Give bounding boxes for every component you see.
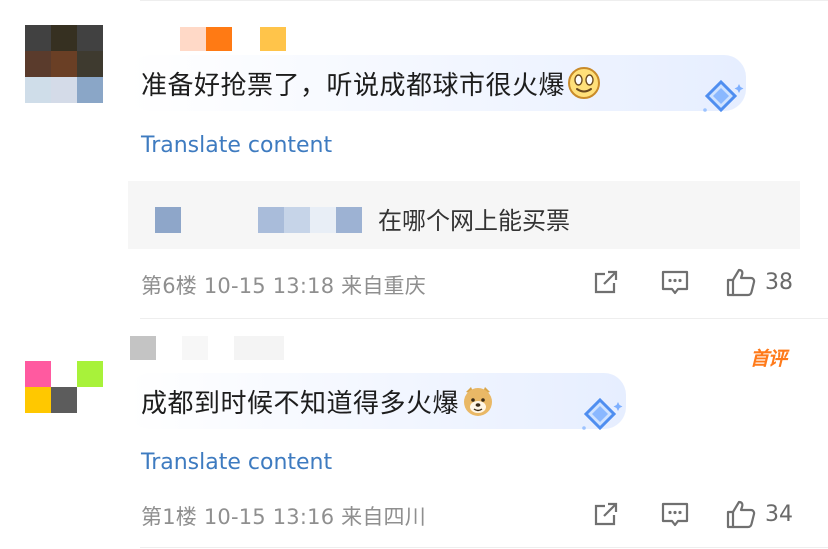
comment-meta: 第6楼 10-15 13:18 来自重庆	[141, 274, 426, 298]
like-count: 34	[765, 501, 793, 527]
username-pixelated[interactable]	[130, 336, 284, 360]
comment-button[interactable]	[660, 500, 690, 530]
comment-divider	[140, 318, 828, 319]
share-button[interactable]	[592, 500, 620, 528]
comment-icon	[661, 502, 689, 527]
comment-text: 准备好抢票了，听说成都球市很火爆	[141, 70, 566, 101]
reply-target-username-pixelated[interactable]	[258, 207, 362, 233]
reply-preview[interactable]: 在哪个网上能买票	[128, 181, 800, 249]
gem-badge-icon	[697, 78, 745, 122]
share-icon	[594, 270, 618, 294]
comment-text: 成都到时候不知道得多火爆	[141, 388, 460, 419]
comment-button[interactable]	[660, 268, 690, 298]
top-divider	[140, 0, 828, 1]
first-comment-badge: 首评	[750, 348, 787, 370]
gem-badge-icon	[576, 396, 624, 440]
smiling-face-emoji	[567, 66, 601, 100]
avatar[interactable]	[25, 25, 103, 103]
translate-link[interactable]: Translate content	[141, 133, 332, 158]
like-icon	[726, 500, 756, 529]
comment-meta: 第1楼 10-15 13:16 来自四川	[141, 505, 426, 529]
doge-emoji	[461, 384, 495, 418]
reply-username-pixelated[interactable]	[155, 207, 181, 233]
like-icon	[726, 268, 756, 297]
like-button[interactable]: 38	[725, 266, 793, 298]
comment-bubble: 准备好抢票了，听说成都球市很火爆	[128, 55, 746, 111]
like-button[interactable]: 34	[725, 498, 793, 530]
share-icon	[594, 502, 618, 526]
comment-bubble: 成都到时候不知道得多火爆	[128, 373, 626, 429]
like-count: 38	[765, 269, 793, 295]
reply-text: 在哪个网上能买票	[378, 207, 570, 235]
username-pixelated[interactable]	[180, 27, 286, 51]
avatar[interactable]	[25, 361, 103, 439]
bottom-divider	[140, 547, 828, 548]
translate-link[interactable]: Translate content	[141, 450, 332, 475]
comment-icon	[661, 270, 689, 295]
share-button[interactable]	[592, 268, 620, 296]
